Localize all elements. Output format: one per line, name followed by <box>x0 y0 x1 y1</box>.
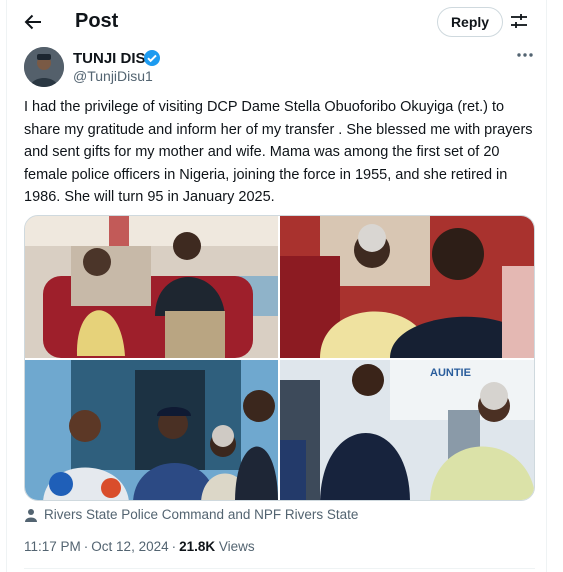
divider <box>24 568 535 569</box>
page-title: Post <box>75 10 119 32</box>
separator-2: · <box>171 539 177 554</box>
views-count: 21.8K <box>179 539 216 554</box>
photo-sitting-together[interactable] <box>25 216 278 358</box>
post-meta: 11:17 PM · Oct 12, 2024 · 21.8K Views <box>24 539 255 554</box>
arrow-left-icon <box>24 14 41 30</box>
reply-button[interactable]: Reply <box>437 7 503 37</box>
separator: · <box>83 539 89 554</box>
post-time[interactable]: 11:17 PM <box>24 539 81 554</box>
author-handle[interactable]: @TunjiDisu1 <box>73 68 153 84</box>
more-options-icon[interactable] <box>515 48 535 62</box>
top-bar: Post Reply <box>7 0 548 44</box>
verified-badge-icon <box>143 49 161 67</box>
person-icon <box>25 509 37 522</box>
media-grid: AUNTIE <box>24 215 535 501</box>
sliders-icon[interactable] <box>509 11 529 31</box>
sign-text: AUNTIE <box>430 367 471 379</box>
photo-outdoor-greeting[interactable]: AUNTIE <box>280 360 534 500</box>
tweet-text: I had the privilege of visiting DCP Dame… <box>24 99 533 205</box>
photo-close-up[interactable] <box>280 216 534 358</box>
photo-group-officers[interactable] <box>25 360 278 500</box>
tagged-text[interactable]: Rivers State Police Command and NPF Rive… <box>44 507 358 522</box>
views-label: Views <box>218 539 255 554</box>
back-button[interactable] <box>21 10 45 34</box>
post-container: Post Reply TUNJI DISU @TunjiDisu1 I had … <box>6 0 547 572</box>
avatar[interactable] <box>24 47 64 87</box>
post-date[interactable]: Oct 12, 2024 <box>91 539 168 554</box>
